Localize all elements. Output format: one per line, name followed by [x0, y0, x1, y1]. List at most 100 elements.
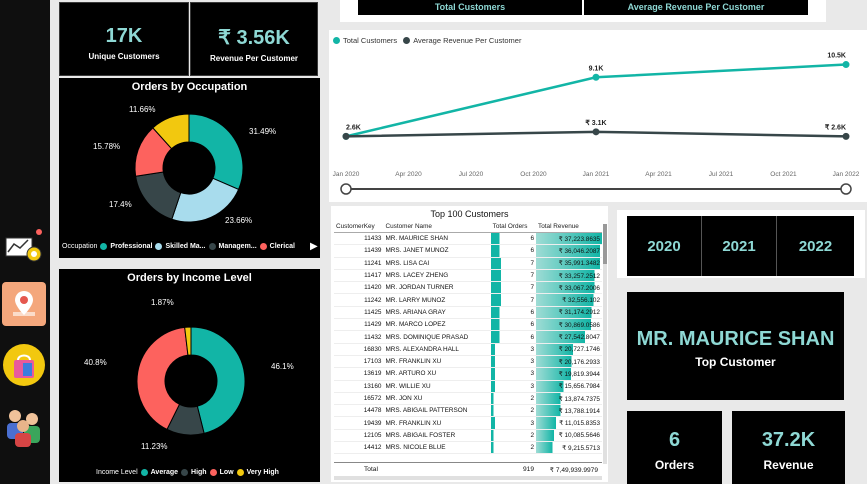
income-legend: Income Level Average High Low Very High	[96, 469, 279, 476]
cell-customer-name: MRS. NICOLE BLUE	[383, 441, 491, 455]
analytics-icon[interactable]	[2, 222, 46, 266]
header-total-orders[interactable]: Total Orders	[490, 221, 536, 233]
data-point[interactable]	[342, 132, 350, 140]
scrollbar-thumb[interactable]	[603, 224, 607, 264]
cell-total-orders: 6	[490, 244, 536, 258]
table-row[interactable]: 11425 MRS. ARIANA GRAY 6 ₹ 31,174.2912	[334, 306, 602, 320]
header-customer-name[interactable]: Customer Name	[383, 221, 491, 233]
cell-customer-key: 17103	[334, 355, 384, 369]
cell-customer-key: 13160	[334, 380, 384, 393]
legend-dot	[259, 243, 267, 250]
income-label-2: 11.23%	[141, 442, 168, 451]
cell-total-revenue: ₹ 20,176.2933	[536, 355, 602, 369]
line-chart-panel: Total Customers Average Revenue Per Cust…	[329, 30, 867, 202]
range-start-handle[interactable]	[340, 183, 352, 195]
income-label-1: 46.1%	[271, 362, 294, 371]
occupation-label-4: 15.78%	[93, 142, 121, 151]
map-pin-icon[interactable]	[2, 282, 46, 326]
sidebar	[0, 0, 50, 484]
table-row[interactable]: 11433 MR. MAURICE SHAN 6 ₹ 37,223.8635	[334, 232, 602, 246]
legend-very-high: Very High	[246, 469, 279, 476]
cell-total-revenue: ₹ 11,015.8353	[536, 416, 602, 430]
table-row[interactable]: 17103 MR. FRANKLIN XU 3 ₹ 20,176.2933	[334, 355, 602, 369]
table-row[interactable]: 16830 MRS. ALEXANDRA HALL 3 ₹ 20,727.1746	[334, 343, 602, 356]
legend-high: High	[191, 469, 207, 476]
cell-customer-key: 14478	[334, 404, 384, 418]
table-row[interactable]: 11432 MRS. DOMINIQUE PRASAD 6 ₹ 27,542.8047	[334, 330, 602, 344]
cell-customer-name: MR. LARRY MUNOZ	[383, 293, 491, 307]
cell-total-orders: 3	[490, 416, 536, 430]
total-revenue: ₹ 7,49,939.9979	[549, 467, 598, 474]
cell-total-revenue: ₹ 19,819.3944	[536, 367, 602, 381]
table-row[interactable]: 19439 MR. FRANKLIN XU 3 ₹ 11,015.8353	[334, 416, 602, 430]
legend-dot	[140, 469, 148, 476]
top-customers-table: CustomerKey Customer Name Total Orders T…	[334, 221, 602, 455]
cell-total-revenue: ₹ 37,223.8635	[536, 232, 602, 246]
cell-total-revenue: ₹ 20,727.1746	[536, 343, 602, 356]
cell-customer-key: 16830	[334, 343, 384, 356]
occupation-slice-professional[interactable]	[188, 113, 244, 191]
occupation-slice-management[interactable]	[135, 171, 182, 220]
table-row[interactable]: 11417 MRS. LACEY ZHENG 7 ₹ 33,257.2512	[334, 269, 602, 283]
top-customer-name: MR. MAURICE SHAN	[636, 328, 835, 350]
legend-next-icon[interactable]: ▶	[310, 241, 318, 252]
cell-customer-name: MRS. LISA CAI	[383, 257, 491, 270]
table-row[interactable]: 13160 MR. WILLIE XU 3 ₹ 15,656.7984	[334, 380, 602, 393]
range-end-handle[interactable]	[840, 183, 852, 195]
header-customer-key[interactable]: CustomerKey	[334, 221, 384, 233]
tab-average-revenue[interactable]: Average Revenue Per Customer	[584, 0, 808, 15]
table-row[interactable]: 11420 MR. JORDAN TURNER 7 ₹ 33,067.2006	[334, 281, 602, 295]
cell-total-orders: 2	[490, 429, 536, 443]
header-total-revenue[interactable]: Total Revenue	[536, 221, 602, 233]
x-tick-label: Jul 2020	[459, 171, 484, 178]
occupation-label-5: 11.66%	[129, 105, 156, 114]
legend-skilled: Skilled Ma...	[165, 243, 206, 250]
cell-total-revenue: ₹ 35,991.3482	[536, 257, 602, 270]
cell-customer-key: 12105	[334, 429, 384, 443]
cell-customer-key: 11425	[334, 306, 384, 320]
table-h-scrollbar[interactable]	[334, 476, 602, 480]
top-revenue-value: 37.2K	[761, 429, 816, 451]
cell-customer-name: MR. MARCO LOPEZ	[383, 318, 491, 332]
cell-total-orders: 7	[490, 281, 536, 295]
cell-customer-name: MRS. ALEXANDRA HALL	[383, 343, 491, 356]
legend-low: Low	[219, 469, 234, 476]
cell-total-revenue: ₹ 13,874.7375	[536, 392, 602, 406]
tab-total-customers[interactable]: Total Customers	[358, 0, 582, 15]
data-point[interactable]	[592, 128, 600, 136]
cell-customer-name: MRS. JANET MUNOZ	[383, 244, 491, 258]
table-row[interactable]: 11439 MRS. JANET MUNOZ 6 ₹ 36,046.2087	[334, 244, 602, 258]
data-label: ₹ 2.6K	[825, 123, 846, 131]
data-point[interactable]	[592, 73, 600, 81]
table-row[interactable]: 14412 MRS. NICOLE BLUE 2 ₹ 9,215.5713	[334, 441, 602, 455]
table-row[interactable]: 11242 MR. LARRY MUNOZ 7 ₹ 32,556.102	[334, 293, 602, 307]
table-row[interactable]: 13619 MR. ARTURO XU 3 ₹ 19,819.3944	[334, 367, 602, 381]
shopping-bag-icon[interactable]	[2, 343, 46, 387]
top-orders-card: 6 Orders	[627, 411, 722, 484]
cell-customer-key: 11429	[334, 318, 384, 332]
table-row[interactable]: 16572 MR. JON XU 2 ₹ 13,874.7375	[334, 392, 602, 406]
unique-customers-card: 17K Unique Customers	[59, 2, 189, 76]
cell-customer-key: 11242	[334, 293, 384, 307]
users-icon[interactable]	[2, 404, 46, 448]
cell-customer-key: 19439	[334, 416, 384, 430]
year-2022-button[interactable]: 2022	[777, 216, 854, 276]
table-row[interactable]: 14478 MRS. ABIGAIL PATTERSON 2 ₹ 13,788.191…	[334, 404, 602, 418]
legend-dot	[100, 243, 108, 250]
data-point[interactable]	[842, 132, 850, 140]
table-row[interactable]: 11241 MRS. LISA CAI 7 ₹ 35,991.3482	[334, 257, 602, 270]
x-tick-label: Jan 2022	[833, 171, 860, 178]
year-2020-button[interactable]: 2020	[627, 216, 702, 276]
cell-customer-name: MR. JON XU	[383, 392, 491, 406]
year-2021-button[interactable]: 2021	[702, 216, 777, 276]
table-title: Top 100 Customers	[430, 209, 509, 219]
occupation-label-2: 23.66%	[225, 216, 253, 225]
x-tick-label: Oct 2021	[770, 171, 797, 178]
cell-total-revenue: ₹ 31,174.2912	[536, 306, 602, 320]
legend-professional: Professional	[110, 243, 153, 250]
table-scrollbar[interactable]	[603, 224, 607, 464]
unique-customers-label: Unique Customers	[88, 52, 160, 61]
data-point[interactable]	[842, 61, 850, 69]
table-row[interactable]: 12105 MRS. ABIGAIL FOSTER 2 ₹ 10,085.5646	[334, 429, 602, 443]
table-row[interactable]: 11429 MR. MARCO LOPEZ 6 ₹ 30,869.0586	[334, 318, 602, 332]
